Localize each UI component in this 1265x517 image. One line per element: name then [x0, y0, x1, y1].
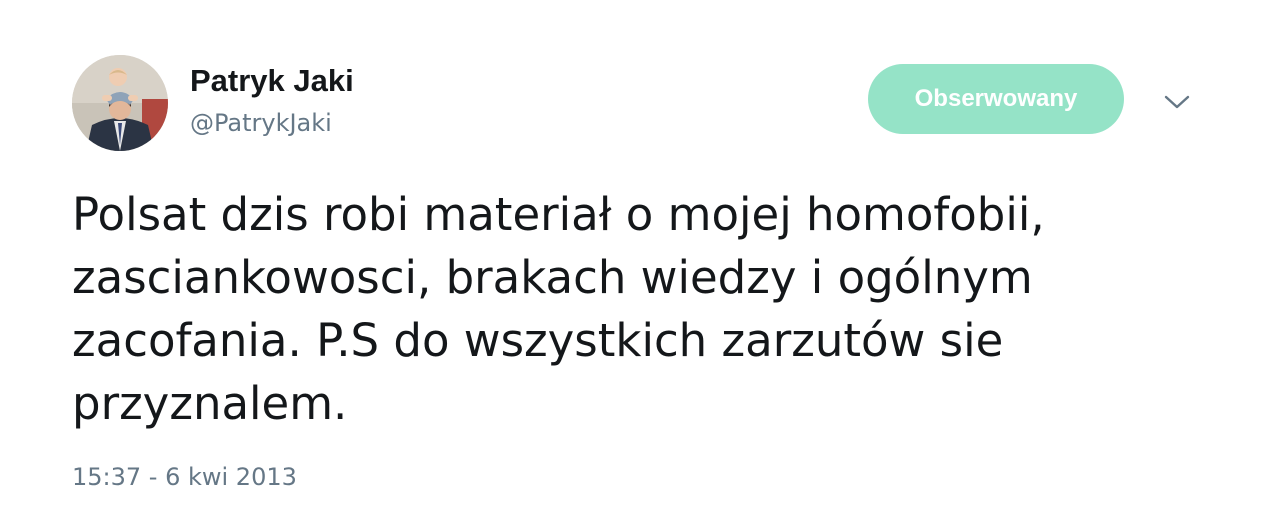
tweet-timestamp[interactable]: 15:37 - 6 kwi 2013 — [72, 462, 297, 492]
user-handle[interactable]: @PatrykJaki — [190, 108, 332, 138]
user-name[interactable]: Patryk Jaki — [190, 62, 354, 100]
tweet-card: Patryk Jaki @PatrykJaki Obserwowany Pols… — [0, 0, 1265, 517]
chevron-down-icon[interactable] — [1162, 92, 1192, 112]
following-button[interactable]: Obserwowany — [868, 64, 1124, 134]
tweet-text: Polsat dzis robi materiał o mojej homofo… — [72, 188, 1045, 430]
avatar[interactable] — [72, 55, 168, 151]
profile-photo-icon — [72, 55, 168, 151]
